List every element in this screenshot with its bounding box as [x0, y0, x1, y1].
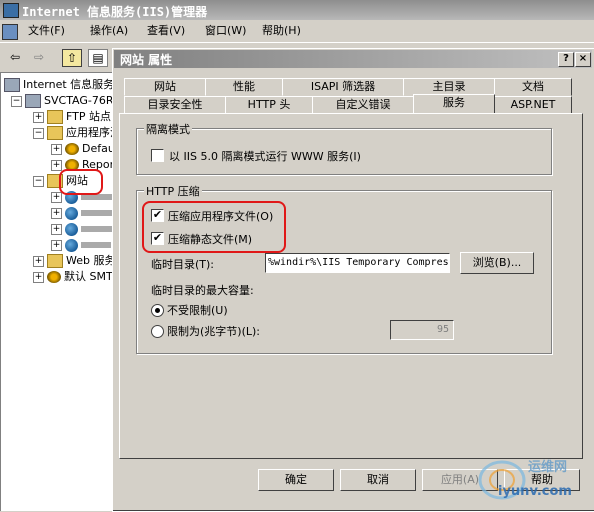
tab-documents[interactable]: 文档: [494, 78, 572, 96]
watermark-text-url: iyunv.com: [498, 484, 572, 499]
close-icon[interactable]: ×: [575, 52, 591, 67]
http-compression-legend: HTTP 压缩: [144, 183, 202, 199]
folder-icon: [47, 110, 63, 124]
expand-icon[interactable]: +: [51, 223, 62, 235]
tree-label: FTP 站点: [66, 110, 111, 123]
expand-icon[interactable]: +: [33, 111, 44, 123]
tree-label: Defau: [82, 142, 115, 155]
tab-aspnet[interactable]: ASP.NET: [494, 96, 572, 114]
limit-radio[interactable]: [151, 325, 164, 338]
tree-label: [81, 242, 111, 248]
menu-bar: 文件(F) 操作(A) 查看(V) 窗口(W) 帮助(H): [0, 20, 594, 43]
folder-icon: [47, 126, 63, 140]
website-globe-icon: [65, 222, 78, 236]
highlight-websites: [59, 169, 103, 195]
help-icon[interactable]: ?: [558, 52, 574, 67]
limit-size-input[interactable]: 95: [390, 320, 454, 340]
tree-pane: Internet 信息服务 − SVCTAG-76RY + FTP 站点 − 应用程序…: [0, 72, 121, 511]
max-size-label: 临时目录的最大容量:: [151, 284, 254, 297]
tree-item-site-2[interactable]: +: [51, 205, 121, 221]
toolbar: ⇦ ⇨ ⇧ ▤: [0, 44, 115, 70]
isolation-mode-legend: 隔离模式: [144, 121, 192, 137]
tab-custom-errors[interactable]: 自定义错误: [312, 96, 414, 114]
tree-item-site-4[interactable]: +: [51, 237, 111, 253]
main-title-bar: Internet 信息服务(IIS)管理器: [0, 0, 594, 20]
watermark-logo: 运维网 iyunv.com: [476, 452, 588, 504]
tree-item-default-pool[interactable]: + Defau: [51, 141, 115, 157]
tab-performance[interactable]: 性能: [205, 78, 283, 96]
menu-file[interactable]: 文件(F): [24, 23, 69, 39]
server-icon: [25, 94, 41, 108]
menu-help[interactable]: 帮助(H): [258, 23, 305, 39]
tree-label: Internet 信息服务: [23, 78, 115, 91]
tab-isapi-filters[interactable]: ISAPI 筛选器: [282, 78, 404, 96]
expand-icon[interactable]: +: [33, 271, 44, 283]
tree-item-ftp[interactable]: + FTP 站点: [33, 109, 111, 125]
ok-button[interactable]: 确定: [258, 469, 334, 491]
tree-item-server[interactable]: − SVCTAG-76RY: [11, 93, 120, 109]
smtp-icon: [47, 271, 61, 283]
collapse-icon[interactable]: −: [11, 95, 22, 107]
limit-label: 限制为(兆字节)(L):: [167, 325, 261, 338]
collapse-icon[interactable]: −: [33, 127, 44, 139]
tree-item-site-3[interactable]: +: [51, 221, 121, 237]
tree-label: 默认 SMT: [64, 270, 113, 283]
back-arrow-icon[interactable]: ⇦: [6, 49, 24, 65]
isolation-checkbox-label: 以 IIS 5.0 隔离模式运行 WWW 服务(I): [169, 150, 361, 163]
folder-icon: [47, 254, 63, 268]
tree-item-app-pools[interactable]: − 应用程序池: [33, 125, 121, 141]
menu-action[interactable]: 操作(A): [86, 23, 132, 39]
watermark-text-cn: 运维网: [528, 460, 568, 475]
cancel-button[interactable]: 取消: [340, 469, 416, 491]
expand-icon[interactable]: +: [51, 191, 62, 203]
tab-http-headers[interactable]: HTTP 头: [225, 96, 313, 114]
expand-icon[interactable]: +: [51, 239, 62, 251]
highlight-compression-options: [142, 201, 286, 253]
tree-item-web-ext[interactable]: + Web 服务: [33, 253, 115, 269]
show-tree-icon[interactable]: ▤: [88, 49, 108, 67]
website-globe-icon: [65, 206, 78, 220]
collapse-icon[interactable]: −: [33, 175, 44, 187]
tree-label: Web 服务: [66, 254, 116, 267]
tree-item-smtp[interactable]: + 默认 SMT: [33, 269, 113, 285]
tab-service[interactable]: 服务: [413, 94, 495, 113]
dialog-title: 网站 属性: [120, 53, 173, 67]
forward-arrow-icon[interactable]: ⇨: [30, 49, 48, 65]
menu-window[interactable]: 窗口(W): [201, 23, 250, 39]
unlimited-radio[interactable]: [151, 304, 164, 317]
mmc-icon[interactable]: [2, 23, 20, 40]
expand-icon[interactable]: +: [51, 207, 62, 219]
tab-website[interactable]: 网站: [124, 78, 206, 96]
website-globe-icon: [65, 238, 78, 252]
iis-app-icon: [3, 3, 19, 18]
tree-item-iis-root[interactable]: Internet 信息服务: [4, 77, 114, 93]
expand-icon[interactable]: +: [51, 143, 62, 155]
expand-icon[interactable]: +: [33, 255, 44, 267]
menu-view[interactable]: 查看(V): [143, 23, 189, 39]
isolation-checkbox[interactable]: [151, 149, 164, 162]
iis-icon: [4, 78, 20, 92]
browse-button[interactable]: 浏览(B)...: [460, 252, 534, 274]
unlimited-label: 不受限制(U): [167, 304, 228, 317]
tab-directory-security[interactable]: 目录安全性: [124, 96, 226, 114]
dialog-title-bar: 网站 属性 ? ×: [114, 50, 592, 68]
app-pool-icon: [65, 143, 79, 155]
expand-icon[interactable]: +: [51, 159, 62, 171]
app-title: Internet 信息服务(IIS)管理器: [22, 5, 208, 19]
up-folder-icon[interactable]: ⇧: [62, 49, 82, 67]
temp-dir-label: 临时目录(T):: [151, 258, 215, 271]
temp-dir-input[interactable]: %windir%\IIS Temporary Compres: [265, 253, 450, 273]
tree-label: SVCTAG-76RY: [44, 94, 120, 107]
